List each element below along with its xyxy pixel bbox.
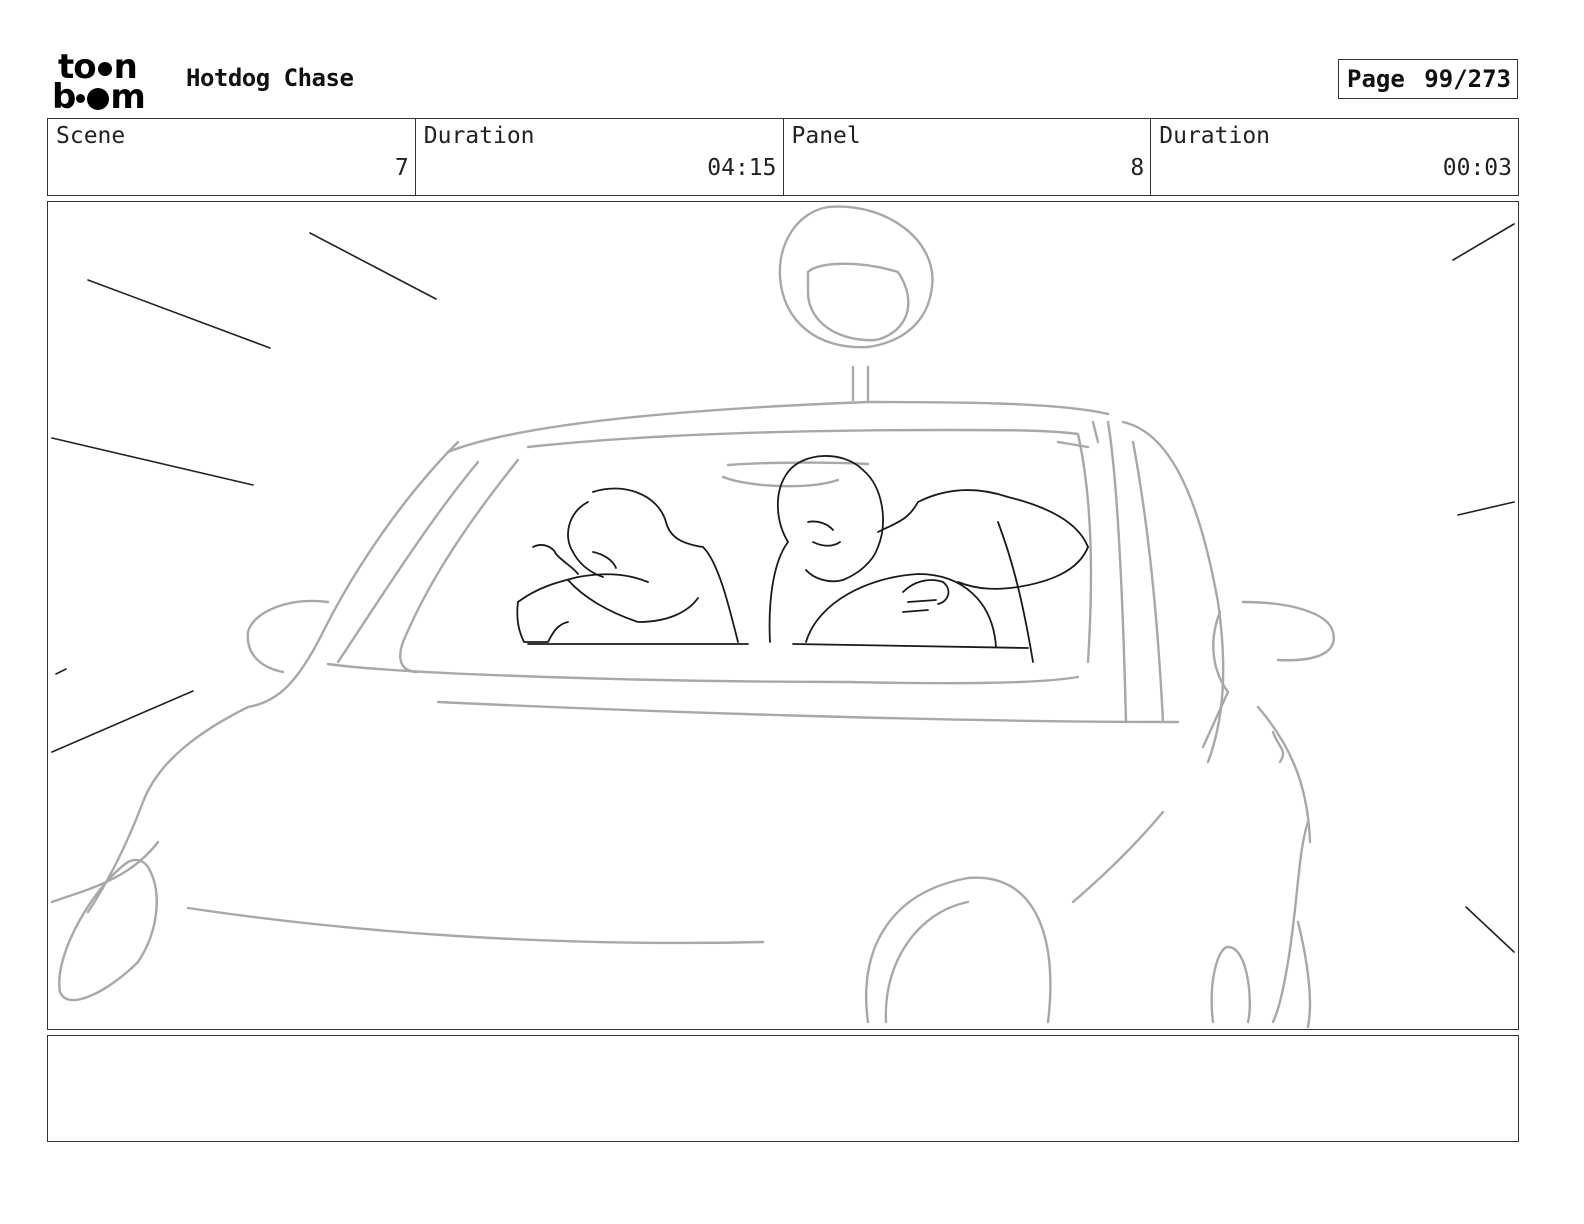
logo-bottom-start-text: b [52,77,76,117]
panel-duration-label: Duration [1159,123,1271,149]
scene-cell: Scene 7 [48,119,416,195]
panel-notes-box [47,1035,1519,1142]
storyboard-panel [47,201,1519,1030]
logo-dot [97,61,112,76]
logo-dot-large [87,87,110,110]
panel-cell: Panel 8 [784,119,1152,195]
project-title: Hotdog Chase [186,64,354,92]
page-number: 99/273 [1424,65,1511,93]
page-label: Page [1347,65,1405,93]
scene-duration-cell: Duration 04:15 [416,119,784,195]
scene-duration-label: Duration [423,123,535,149]
panel-sketch [50,205,1515,1029]
panel-value: 8 [1130,155,1145,181]
panel-duration-cell: Duration 00:03 [1151,119,1518,195]
car-sketch-lines [50,205,1515,1029]
scene-value: 7 [394,155,409,181]
panel-label: Panel [791,123,861,149]
panel-duration-value: 00:03 [1442,155,1512,181]
scene-label: Scene [56,123,126,149]
toonboom-logo: to n bm [52,50,164,114]
logo-dot-small [76,94,86,103]
panel-info-row: Scene 7 Duration 04:15 Panel 8 Duration … [47,118,1519,196]
scene-duration-value: 04:15 [707,155,777,181]
logo-bottom-row: bm [52,80,146,114]
page-indicator: Page 99/273 [1338,59,1518,99]
logo-bottom-end-text: m [110,77,145,117]
